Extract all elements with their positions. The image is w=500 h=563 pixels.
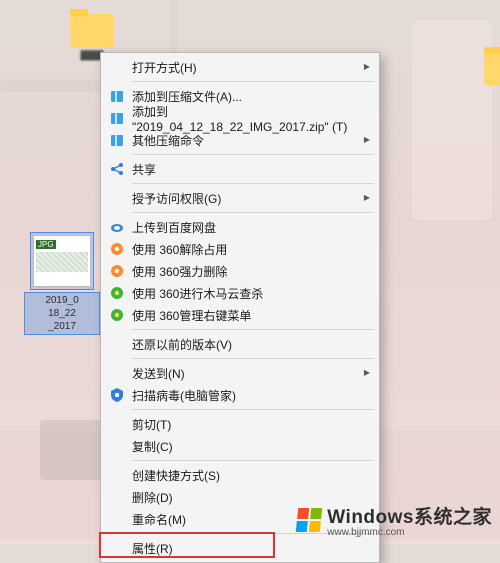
file-caption: 2019_0 18_22 _2017 [24,292,100,335]
separator [132,460,374,461]
menu-label: 使用 360强力删除 [132,263,368,280]
separator [132,212,374,213]
spacer-icon [108,438,126,454]
360-orange-icon [108,241,126,257]
360-green-icon [108,285,126,301]
folder-icon[interactable] [70,14,114,48]
spacer-icon [108,416,126,432]
windows-logo-icon [296,508,323,532]
menu-360-context-mgr[interactable]: 使用 360管理右键菜单 [102,304,378,326]
menu-360-unlock[interactable]: 使用 360解除占用 [102,238,378,260]
menu-copy[interactable]: 复制(C) [102,435,378,457]
menu-add-to-named-zip[interactable]: 添加到 "2019_04_12_18_22_IMG_2017.zip" (T) [102,107,378,129]
folder-label: ▇ [476,88,500,99]
zip-icon [108,132,126,148]
menu-360-trojan-scan[interactable]: 使用 360进行木马云查杀 [102,282,378,304]
menu-label: 上传到百度网盘 [132,219,368,236]
menu-label: 其他压缩命令 [132,132,368,149]
separator [132,358,374,359]
menu-label: 发送到(N) [132,365,368,382]
menu-label: 复制(C) [132,438,368,455]
separator [132,329,374,330]
menu-share[interactable]: 共享 [102,158,378,180]
zip-icon [108,88,126,104]
menu-360-force-delete[interactable]: 使用 360强力删除 [102,260,378,282]
file-caption-line: 2019_0 [45,295,78,306]
watermark: Windows系统之家 www.bjjmmc.com [297,502,492,538]
bg-shape [0,80,110,92]
watermark-title: Windows系统之家 [327,502,492,529]
spacer-icon [108,365,126,381]
thumbnail-art [36,252,88,272]
menu-label: 使用 360解除占用 [132,241,368,258]
zip-icon [108,110,126,126]
file-thumbnail: JPG [33,235,91,287]
menu-label: 还原以前的版本(V) [132,336,368,353]
menu-label: 共享 [132,161,368,178]
menu-label: 剪切(T) [132,416,368,433]
menu-other-compress[interactable]: 其他压缩命令 [102,129,378,151]
spacer-icon [108,336,126,352]
menu-label: 使用 360进行木马云查杀 [132,285,368,302]
bg-shape [412,20,492,220]
folder-icon[interactable] [484,52,500,86]
menu-open-with[interactable]: 打开方式(H) [102,56,378,78]
menu-scan-virus[interactable]: 扫描病毒(电脑管家) [102,384,378,406]
spacer-icon [108,540,126,556]
menu-cut[interactable]: 剪切(T) [102,413,378,435]
menu-grant-access[interactable]: 授予访问权限(G) [102,187,378,209]
menu-upload-baidu[interactable]: 上传到百度网盘 [102,216,378,238]
menu-label: 属性(R) [132,540,368,557]
spacer-icon [108,190,126,206]
separator [132,154,374,155]
selected-jpg-file[interactable]: JPG [30,232,94,290]
share-icon [108,161,126,177]
menu-create-shortcut[interactable]: 创建快捷方式(S) [102,464,378,486]
context-menu: 打开方式(H) 添加到压缩文件(A)... 添加到 "2019_04_12_18… [100,52,380,563]
file-caption-line: 18_22 [48,308,76,319]
360-orange-icon [108,263,126,279]
menu-label: 扫描病毒(电脑管家) [132,387,368,404]
menu-label: 创建快捷方式(S) [132,467,368,484]
separator [132,183,374,184]
menu-send-to[interactable]: 发送到(N) [102,362,378,384]
spacer-icon [108,467,126,483]
menu-properties[interactable]: 属性(R) [102,537,378,559]
menu-label: 使用 360管理右键菜单 [132,307,368,324]
baidu-disk-icon [108,219,126,235]
separator [132,81,374,82]
menu-restore-previous[interactable]: 还原以前的版本(V) [102,333,378,355]
360-green-icon [108,307,126,323]
file-caption-line: _2017 [48,321,76,332]
spacer-icon [108,489,126,505]
spacer-icon [108,511,126,527]
menu-label: 授予访问权限(G) [132,190,368,207]
separator [132,409,374,410]
menu-label: 打开方式(H) [132,59,368,76]
jpg-badge: JPG [36,240,56,249]
spacer-icon [108,59,126,75]
tencent-guanjia-icon [108,387,126,403]
